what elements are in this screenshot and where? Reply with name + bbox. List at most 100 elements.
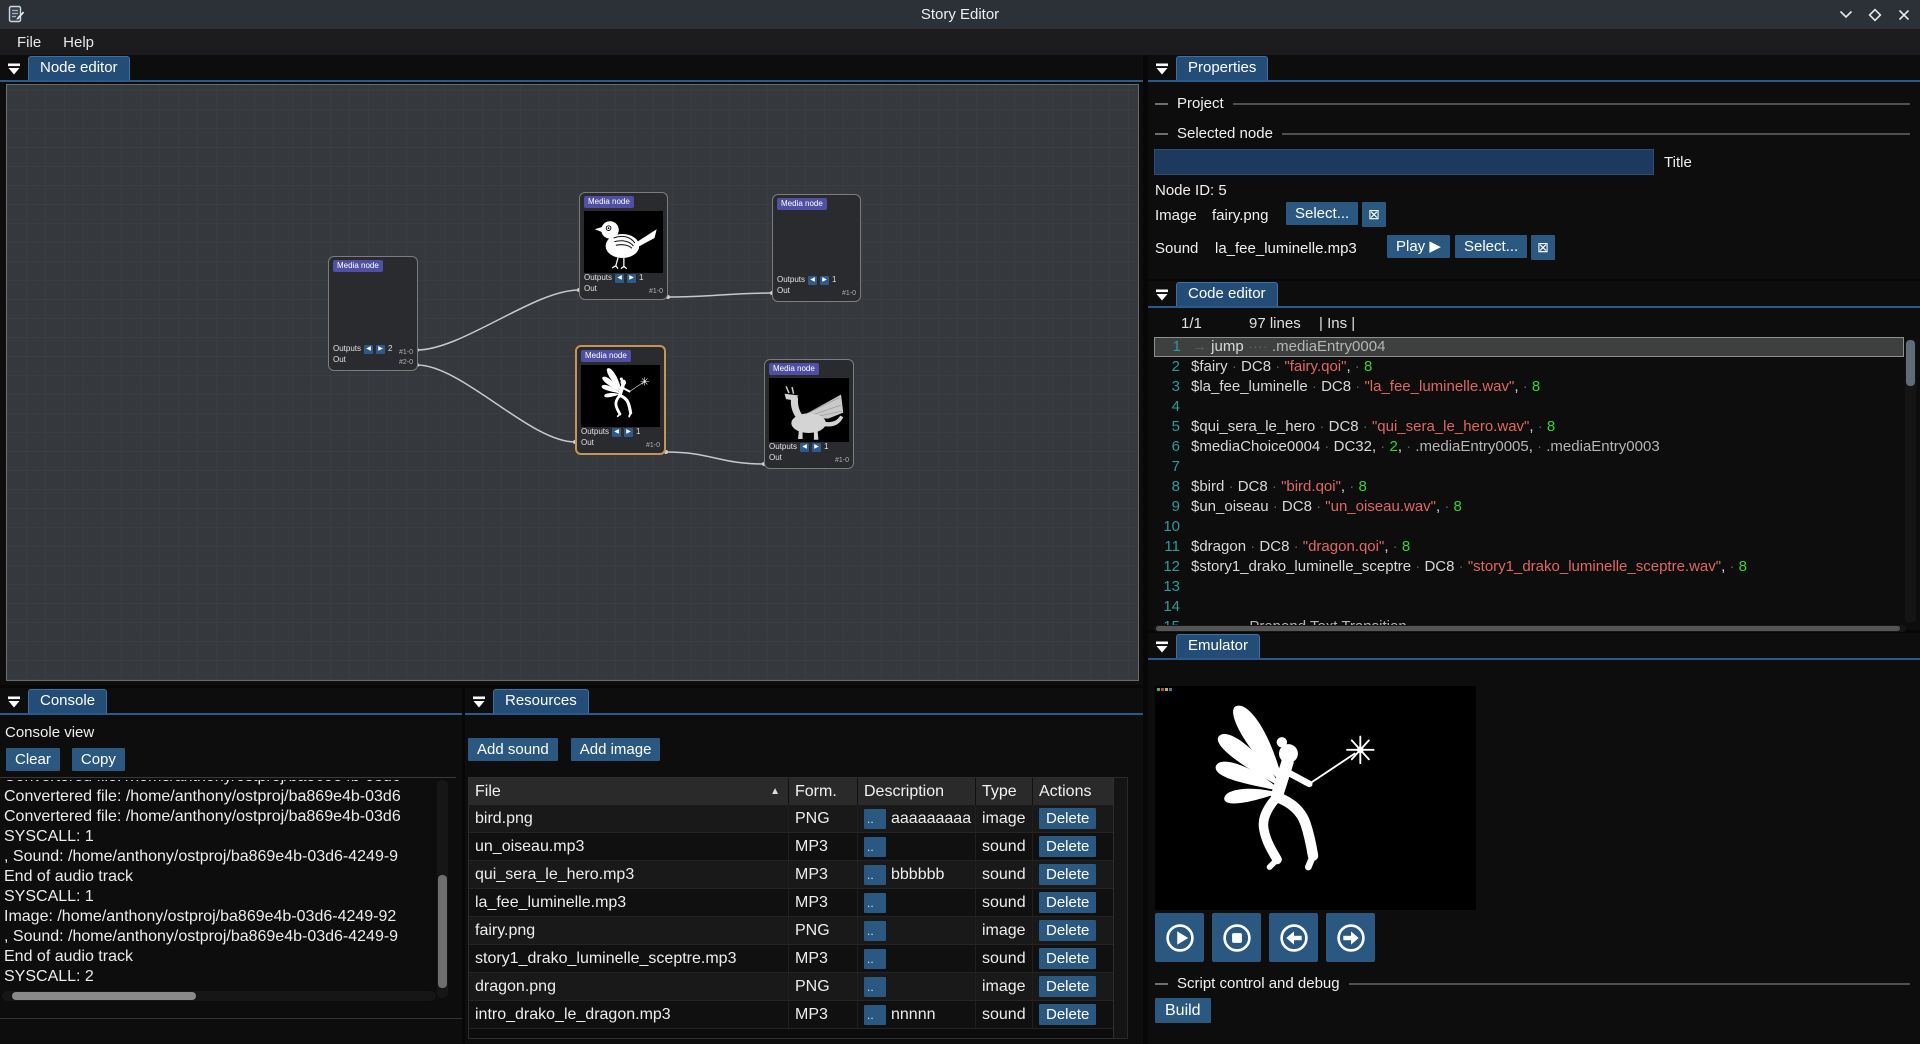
menu-file[interactable]: File — [6, 31, 52, 54]
step-back-button[interactable] — [1269, 913, 1318, 962]
code-horizontal-scrollbar[interactable] — [1154, 625, 1906, 632]
console-clear-button[interactable]: Clear — [6, 748, 60, 771]
collapse-panel-icon[interactable] — [1155, 63, 1169, 75]
table-row[interactable]: story1_drako_luminelle_sceptre.mp3MP3..s… — [469, 945, 1113, 973]
add-image-button[interactable]: Add image — [571, 738, 661, 761]
node-title-input[interactable] — [1154, 149, 1654, 175]
step-forward-button[interactable] — [1326, 913, 1375, 962]
build-button[interactable]: Build — [1155, 998, 1211, 1023]
table-row[interactable]: intro_drako_le_dragon.mp3MP3..nnnnnsound… — [469, 1001, 1113, 1029]
output-port[interactable]: #1-0 — [399, 349, 413, 357]
column-header-type[interactable]: Type — [976, 778, 1033, 805]
console-line: End of audio track — [4, 947, 435, 967]
next-output-button[interactable]: ▶ — [627, 274, 636, 283]
minimize-button[interactable] — [1838, 7, 1854, 23]
delete-button[interactable]: Delete — [1039, 864, 1096, 885]
edit-description-button[interactable]: .. — [864, 865, 886, 885]
tab-properties[interactable]: Properties — [1176, 56, 1268, 80]
delete-button[interactable]: Delete — [1039, 836, 1096, 857]
next-output-button[interactable]: ▶ — [624, 428, 633, 437]
output-port[interactable]: #1-0 — [835, 457, 849, 465]
delete-button[interactable]: Delete — [1039, 948, 1096, 969]
code-editor-text[interactable]: 1→ jump ···· .mediaEntry00042$fairy · DC… — [1154, 337, 1904, 625]
sound-select-button[interactable]: Select... — [1455, 235, 1527, 258]
edit-description-button[interactable]: .. — [864, 1005, 886, 1025]
console-output[interactable]: Convertered file: /home/anthony/ostproj/… — [4, 780, 435, 998]
close-button[interactable] — [1896, 7, 1912, 23]
image-select-button[interactable]: Select... — [1286, 202, 1358, 225]
table-row[interactable]: dragon.pngPNG..imageDelete — [469, 973, 1113, 1001]
console-vertical-scrollbar[interactable] — [437, 780, 448, 998]
console-copy-button[interactable]: Copy — [72, 748, 125, 771]
console-horizontal-scrollbar[interactable] — [2, 991, 436, 1001]
maximize-button[interactable] — [1867, 7, 1883, 23]
graph-node[interactable]: Media nodeOutputs◀▶2Out#1-0#2-0 — [328, 256, 418, 371]
properties-panel: Properties Project Selected node Title N… — [1148, 55, 1920, 279]
column-header-actions[interactable]: Actions — [1033, 778, 1111, 805]
edit-description-button[interactable]: .. — [864, 921, 886, 941]
column-header-file[interactable]: File▲ — [469, 778, 789, 805]
table-row[interactable]: fairy.pngPNG..imageDelete — [469, 917, 1113, 945]
delete-button[interactable]: Delete — [1039, 976, 1096, 997]
tab-console[interactable]: Console — [28, 689, 107, 713]
graph-node[interactable]: Media nodeOutputs◀▶1Out#1-0 — [772, 194, 861, 302]
next-output-button[interactable]: ▶ — [820, 276, 829, 285]
code-line: 12$story1_drako_luminelle_sceptre · DC8 … — [1154, 557, 1904, 577]
next-output-button[interactable]: ▶ — [376, 345, 385, 354]
edit-description-button[interactable]: .. — [864, 809, 886, 829]
graph-node[interactable]: Media nodeOutputs◀▶1Out#1-0 — [579, 192, 668, 300]
add-sound-button[interactable]: Add sound — [468, 738, 558, 761]
next-output-button[interactable]: ▶ — [812, 443, 821, 452]
sound-play-button[interactable]: Play ▶ — [1387, 235, 1450, 258]
menu-help[interactable]: Help — [52, 31, 105, 54]
tab-emulator[interactable]: Emulator — [1176, 634, 1260, 658]
sound-clear-button[interactable]: ⊠ — [1531, 235, 1555, 260]
column-header-format[interactable]: Form. — [789, 778, 858, 805]
prev-output-button[interactable]: ◀ — [615, 274, 624, 283]
code-token: · — [1224, 478, 1237, 495]
type-cell: image — [976, 805, 1033, 832]
prev-output-button[interactable]: ◀ — [800, 443, 809, 452]
title-bar[interactable]: Story Editor — [0, 0, 1920, 29]
edit-description-button[interactable]: .. — [864, 837, 886, 857]
image-clear-button[interactable]: ⊠ — [1362, 202, 1386, 227]
delete-button[interactable]: Delete — [1039, 1004, 1096, 1025]
graph-node[interactable]: Media nodeOutputs◀▶1Out#1-0 — [575, 345, 666, 455]
line-number: 4 — [1154, 397, 1180, 417]
table-row[interactable]: la_fee_luminelle.mp3MP3..soundDelete — [469, 889, 1113, 917]
output-port[interactable]: #1-0 — [842, 290, 856, 298]
delete-button[interactable]: Delete — [1039, 808, 1096, 829]
play-button[interactable] — [1155, 913, 1204, 962]
edit-description-button[interactable]: .. — [864, 893, 886, 913]
collapse-panel-icon[interactable] — [7, 63, 21, 75]
code-token: · — [1351, 378, 1364, 395]
node-graph-canvas[interactable]: Media nodeOutputs◀▶2Out#1-0#2-0Media nod… — [6, 84, 1139, 681]
table-row[interactable]: bird.pngPNG..aaaaaaaaaimageDelete — [469, 805, 1113, 833]
title-field-label: Title — [1664, 154, 1692, 171]
code-vertical-scrollbar[interactable] — [1905, 339, 1916, 623]
collapse-panel-icon[interactable] — [1155, 289, 1169, 301]
table-row[interactable]: qui_sera_le_hero.mp3MP3..bbbbbbsoundDele… — [469, 861, 1113, 889]
stop-button[interactable] — [1212, 913, 1261, 962]
prev-output-button[interactable]: ◀ — [612, 428, 621, 437]
output-port[interactable]: #1-0 — [649, 288, 663, 296]
edit-description-button[interactable]: .. — [864, 949, 886, 969]
prev-output-button[interactable]: ◀ — [364, 345, 373, 354]
table-row[interactable]: un_oiseau.mp3MP3..soundDelete — [469, 833, 1113, 861]
collapse-panel-icon[interactable] — [472, 696, 486, 708]
code-token: · — [1519, 378, 1532, 395]
graph-node[interactable]: Media nodeOutputs◀▶1Out#1-0 — [764, 359, 854, 469]
resources-table-scrollbar-gutter[interactable] — [1114, 777, 1128, 1039]
collapse-panel-icon[interactable] — [7, 696, 21, 708]
column-header-description[interactable]: Description — [858, 778, 976, 805]
tab-code-editor[interactable]: Code editor — [1176, 282, 1278, 306]
output-port[interactable]: #2-0 — [399, 359, 413, 367]
output-port[interactable]: #1-0 — [646, 442, 660, 450]
edit-description-button[interactable]: .. — [864, 977, 886, 997]
tab-resources[interactable]: Resources — [493, 689, 589, 713]
prev-output-button[interactable]: ◀ — [808, 276, 817, 285]
delete-button[interactable]: Delete — [1039, 920, 1096, 941]
delete-button[interactable]: Delete — [1039, 892, 1096, 913]
tab-node-editor[interactable]: Node editor — [28, 56, 130, 80]
collapse-panel-icon[interactable] — [1155, 641, 1169, 653]
